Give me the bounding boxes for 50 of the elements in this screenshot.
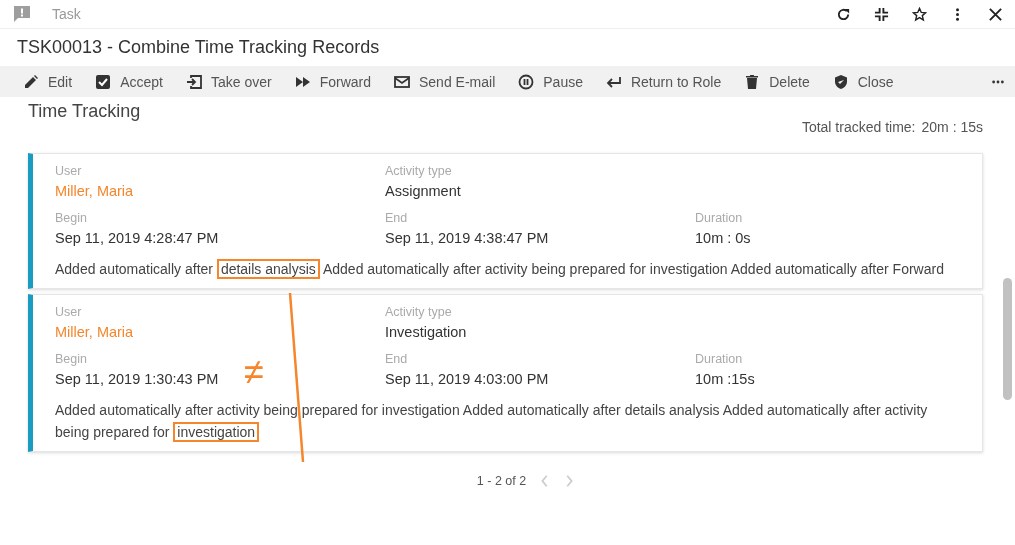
field-label: Begin: [55, 352, 87, 366]
toolbar-button[interactable]: Forward: [284, 66, 381, 97]
checkbox-icon: [95, 73, 112, 90]
enter-icon: [185, 73, 202, 90]
shield-icon: [832, 73, 849, 90]
toolbar-button[interactable]: Delete: [734, 66, 820, 97]
collapse-icon[interactable]: [874, 6, 889, 22]
field-value: Sep 11, 2019 1:30:43 PM: [55, 371, 219, 387]
total-value: 20m : 15s: [921, 119, 983, 137]
annotation-mark: ≠: [244, 352, 264, 392]
toolbar-button[interactable]: Edit: [13, 66, 83, 97]
toolbar-button[interactable]: Take over: [175, 66, 282, 97]
field-label: End: [385, 352, 408, 366]
mail-icon: [394, 73, 410, 90]
toolbar-button[interactable]: Pause: [508, 66, 593, 97]
trash-icon: [744, 73, 761, 90]
field-value: Investigation: [385, 324, 467, 340]
total-label: Total tracked time:: [801, 119, 916, 137]
record-title: TSK00013 - Combine Time Tracking Records: [17, 37, 380, 58]
field-value: 10m :15s: [695, 371, 755, 387]
field-value: 10m : 0s: [695, 230, 751, 246]
field-label: End: [385, 211, 408, 225]
toolbar-button[interactable]: Send E-mail: [384, 66, 506, 97]
star-icon[interactable]: [912, 6, 927, 22]
field-label: User: [55, 305, 82, 319]
field-value: Sep 11, 2019 4:03:00 PM: [385, 371, 549, 387]
page-range: 1 - 2 of 2: [476, 474, 527, 488]
field-value: Sep 11, 2019 4:28:47 PM: [55, 230, 219, 246]
note-text: Added automatically after activity being prepared for investigation Added automatically after details analysis Added automatically after activity being prepared for investigation: [55, 401, 929, 443]
more-icon[interactable]: [991, 78, 1005, 85]
toolbar-button[interactable]: Close: [822, 66, 904, 97]
field-label: Duration: [695, 352, 743, 366]
field-label: Activity type: [385, 305, 452, 319]
note-text: Added automatically after details analysis Added automatically after activity being prepared for investigation Added automatically after Forward: [55, 258, 945, 280]
pencil-icon: [23, 73, 39, 90]
pause-icon: [518, 73, 535, 90]
window-title: Task: [52, 6, 81, 22]
field-label: Begin: [55, 211, 87, 225]
chat-alert-icon: [12, 4, 32, 24]
field-label: Duration: [695, 211, 743, 225]
field-value: Sep 11, 2019 4:38:47 PM: [385, 230, 549, 246]
toolbar-button[interactable]: Return to Role: [595, 66, 732, 97]
field-label: Activity type: [385, 164, 452, 178]
refresh-icon[interactable]: [836, 6, 851, 22]
field-value: Assignment: [385, 183, 461, 199]
field-label: User: [55, 164, 82, 178]
scrollbar[interactable]: [1003, 278, 1012, 400]
section-title: Time Tracking: [28, 101, 141, 123]
toolbar-button[interactable]: Accept: [85, 66, 173, 97]
close-icon[interactable]: [988, 6, 1003, 22]
